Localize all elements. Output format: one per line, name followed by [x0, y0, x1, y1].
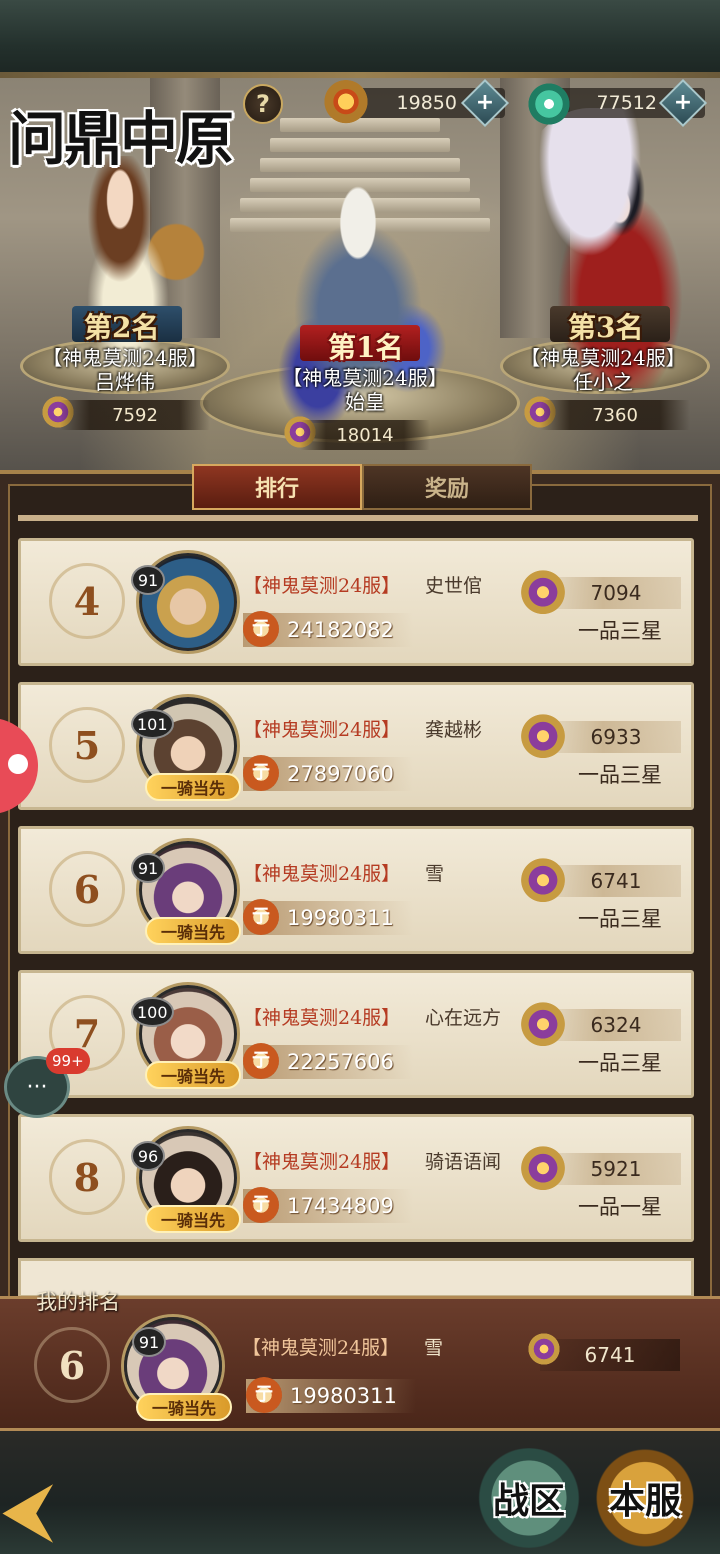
power-icon: 亍 — [243, 1187, 279, 1223]
level-badge: 91 — [131, 565, 165, 595]
war-zone-button[interactable]: 战区 — [474, 1448, 584, 1548]
my-cavalry-title-badge: 一骑当先 — [136, 1393, 232, 1421]
server-name: 【神鬼莫测24服】 — [243, 1151, 401, 1173]
rank-title: 一品三星 — [578, 763, 662, 787]
level-badge: 91 — [131, 853, 165, 883]
rank-1-info: 【神鬼莫测24服】 始皇 — [250, 366, 480, 414]
rank-2-label: 第2名 — [84, 311, 160, 344]
ranking-list[interactable]: 4 91 【神鬼莫测24服】 史世倌 24182082 亍 7094 一品三星 … — [18, 538, 694, 1258]
gold-medal-icon — [322, 80, 370, 128]
my-server-name: 【神鬼莫测24服】 — [242, 1337, 400, 1359]
plus-icon: + — [475, 90, 495, 115]
cavalry-title-badge: 一骑当先 — [145, 1205, 241, 1233]
my-rank-label: 我的排名 — [36, 1290, 120, 1314]
server-name: 【神鬼莫测24服】 — [243, 1007, 401, 1029]
power-icon: 亍 — [243, 755, 279, 791]
level-badge: 100 — [131, 997, 174, 1027]
rank-title: 一品一星 — [578, 1195, 662, 1219]
tab-rank[interactable]: 排行 — [192, 464, 362, 510]
chat-unread-badge: 99+ — [46, 1048, 90, 1074]
rank-badge-icon — [524, 1331, 564, 1371]
rank-title: 一品三星 — [578, 907, 662, 931]
rank-2-power: 7592 — [60, 400, 210, 430]
top-frame — [0, 0, 720, 78]
my-player-name: 雪 — [424, 1337, 444, 1359]
power-icon: 亍 — [246, 1377, 282, 1413]
power-icon: 亍 — [243, 611, 279, 647]
list-item[interactable]: 5 101 一骑当先 【神鬼莫测24服】 龚越彬 27897060 亍 6933… — [18, 682, 694, 810]
rank-3-server: 【神鬼莫测24服】 — [520, 346, 686, 370]
rank-number: 6 — [49, 851, 125, 927]
jade-dragon-icon — [525, 80, 573, 128]
rank-2-name: 吕烨伟 — [95, 370, 155, 394]
rank-number: 5 — [49, 707, 125, 783]
rank-1-power: 18014 — [300, 420, 430, 450]
list-item[interactable]: 4 91 【神鬼莫测24服】 史世倌 24182082 亍 7094 一品三星 — [18, 538, 694, 666]
list-item[interactable]: 6 91 一骑当先 【神鬼莫测24服】 雪 19980311 亍 6741 一品… — [18, 826, 694, 954]
rank-1-label: 第1名 — [328, 331, 404, 364]
level-badge: 101 — [131, 709, 174, 739]
rank-3-power: 7360 — [540, 400, 690, 430]
rank-number: 8 — [49, 1139, 125, 1215]
plus-icon: + — [673, 90, 693, 115]
event-logo: 问鼎中原 — [8, 105, 234, 173]
ranking-screen: 问鼎中原 ? 19850 + 77512 + 第2名 【神鬼莫测24服】 吕烨伟… — [0, 0, 720, 1554]
rank-number: 4 — [49, 563, 125, 639]
player-name: 雪 — [425, 863, 445, 885]
player-name: 心在远方 — [425, 1007, 502, 1029]
player-name: 史世倌 — [425, 575, 483, 597]
player-name: 龚越彬 — [425, 719, 483, 741]
my-rank-bar[interactable]: 6 91 一骑当先 【神鬼莫测24服】 雪 19980311 亍 6741 — [0, 1296, 720, 1431]
cavalry-title-badge: 一骑当先 — [145, 917, 241, 945]
power-icon: 亍 — [243, 1043, 279, 1079]
power-icon: 亍 — [243, 899, 279, 935]
rank-1-server: 【神鬼莫测24服】 — [282, 366, 448, 390]
server-name: 【神鬼莫测24服】 — [243, 719, 401, 741]
tab-divider — [18, 515, 698, 521]
my-rank-number: 6 — [34, 1327, 110, 1403]
rank-title: 一品三星 — [578, 619, 662, 643]
back-arrow-icon[interactable]: ⮜ — [4, 1474, 84, 1546]
cavalry-title-badge: 一骑当先 — [145, 773, 241, 801]
rank-2-info: 【神鬼莫测24服】 吕烨伟 — [10, 346, 240, 394]
rank-3-info: 【神鬼莫测24服】 任小之 — [488, 346, 718, 394]
this-server-button[interactable]: 本服 — [590, 1448, 700, 1548]
list-item[interactable]: 8 96 一骑当先 【神鬼莫测24服】 骑语语闻 17434809 亍 5921… — [18, 1114, 694, 1242]
rank-3-label: 第3名 — [568, 311, 644, 344]
rank-3-name: 任小之 — [573, 370, 633, 394]
list-item[interactable]: 7 100 一骑当先 【神鬼莫测24服】 心在远方 22257606 亍 632… — [18, 970, 694, 1098]
rank-title: 一品三星 — [578, 1051, 662, 1075]
level-badge: 96 — [131, 1141, 165, 1171]
player-name: 骑语语闻 — [425, 1151, 502, 1173]
help-button[interactable]: ? — [243, 84, 283, 124]
rank-1-name: 始皇 — [345, 390, 385, 414]
tab-reward[interactable]: 奖励 — [362, 464, 532, 510]
my-level-badge: 91 — [132, 1327, 166, 1357]
server-name: 【神鬼莫测24服】 — [243, 575, 401, 597]
cavalry-title-badge: 一骑当先 — [145, 1061, 241, 1089]
server-name: 【神鬼莫测24服】 — [243, 863, 401, 885]
rank-2-server: 【神鬼莫测24服】 — [42, 346, 208, 370]
